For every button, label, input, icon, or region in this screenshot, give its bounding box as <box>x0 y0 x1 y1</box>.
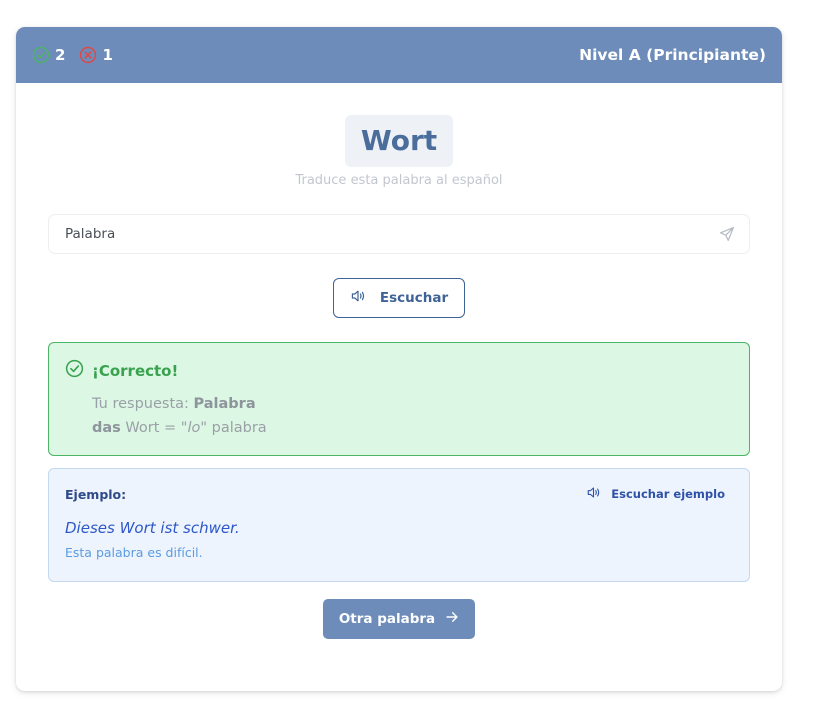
response-value: Palabra <box>193 396 256 412</box>
listen-label: Escuchar <box>379 290 449 306</box>
word-hint: Traduce esta palabra al español <box>295 173 503 188</box>
quiz-header: 2 1 Nivel A (Principiante) <box>16 27 782 83</box>
wrong-count: 1 <box>102 46 113 64</box>
feedback-title: ¡Correcto! <box>65 359 733 382</box>
answer-input[interactable] <box>65 226 719 242</box>
send-icon[interactable] <box>719 226 735 242</box>
arrow-right-icon <box>445 610 459 628</box>
next-word-label: Otra palabra <box>338 611 436 627</box>
x-circle-icon <box>79 46 97 64</box>
check-circle-icon <box>65 359 84 382</box>
definition-translation: palabra <box>211 420 267 436</box>
listen-button[interactable]: Escuchar <box>332 278 466 318</box>
definition-term: Wort = <box>125 420 177 436</box>
definition-article: das <box>92 420 121 436</box>
feedback-response: Tu respuesta: Palabra <box>92 392 733 416</box>
example-label: Ejemplo: <box>65 486 127 502</box>
word-term: Wort <box>344 115 454 167</box>
word-area: Wort <box>16 115 782 167</box>
example-box: Ejemplo: Escuchar ejemplo Dieses Wort is… <box>48 468 750 582</box>
next-row: Otra palabra <box>16 599 782 639</box>
speaker-icon <box>350 288 366 308</box>
answer-field[interactable] <box>48 214 750 254</box>
response-label: Tu respuesta: <box>92 396 189 412</box>
definition-article-es: "lo" <box>180 420 208 436</box>
score-board: 2 1 <box>32 46 113 64</box>
wrong-score: 1 <box>79 46 113 64</box>
speaker-icon <box>586 485 601 503</box>
feedback-definition: das Wort = "lo" palabra <box>92 416 733 440</box>
feedback-details: Tu respuesta: Palabra das Wort = "lo" pa… <box>92 392 733 440</box>
listen-example-label: Escuchar ejemplo <box>611 487 725 501</box>
quiz-card: 2 1 Nivel A (Principiante) Wort Traduce … <box>16 27 782 691</box>
correct-score: 2 <box>32 46 65 64</box>
next-word-button[interactable]: Otra palabra <box>322 599 476 639</box>
listen-example-button[interactable]: Escuchar ejemplo <box>586 485 725 503</box>
example-sentence: Dieses Wort ist schwer. <box>65 519 240 537</box>
feedback-title-text: ¡Correcto! <box>92 361 179 380</box>
correct-count: 2 <box>55 46 66 64</box>
check-circle-icon <box>32 46 50 64</box>
example-translation: Esta palabra es difícil. <box>65 545 203 560</box>
example-header: Ejemplo: Escuchar ejemplo <box>65 485 733 503</box>
listen-row: Escuchar <box>16 278 782 318</box>
level-label: Nivel A (Principiante) <box>579 46 766 64</box>
feedback-box: ¡Correcto! Tu respuesta: Palabra das Wor… <box>48 342 750 456</box>
